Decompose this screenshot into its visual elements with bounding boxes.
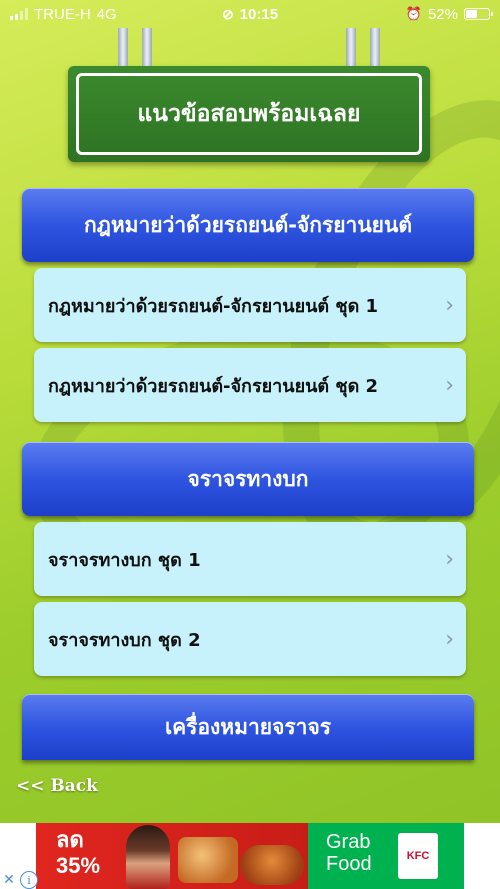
alarm-icon: ⏰ <box>405 6 422 21</box>
ad-brand-line1: Grab <box>326 831 371 853</box>
list-item-label: จราจรทางบก ชุด 1 <box>48 549 201 571</box>
signal-icon <box>10 8 28 20</box>
battery-icon <box>464 8 493 20</box>
list-item-label: กฎหมายว่าด้วยรถยนต์-จักรยานยนต์ ชุด 2 <box>48 375 379 397</box>
carrier-label: TRUE-H <box>34 5 91 23</box>
kfc-logo: KFC <box>398 833 438 879</box>
header-sign: แนวข้อสอบพร้อมเฉลย <box>68 66 430 162</box>
close-icon[interactable]: ✕ <box>0 871 18 889</box>
link-icon: ⊘ <box>221 5 234 22</box>
battery-percent: 52% <box>427 5 458 23</box>
ad-banner[interactable]: ลด 35% Grab Food KFC ✕ i <box>0 823 500 889</box>
ad-food-image <box>178 837 238 883</box>
grabfood-logo: Grab Food <box>326 831 372 875</box>
list-item-label: กฎหมายว่าด้วยรถยนต์-จักรยานยนต์ ชุด 1 <box>48 295 379 317</box>
info-icon[interactable]: i <box>20 871 38 889</box>
chevron-right-icon: › <box>445 372 454 398</box>
ad-food-image <box>240 845 304 885</box>
section-header-land-traffic[interactable]: จราจรทางบก <box>22 442 474 516</box>
section-header-vehicle-law[interactable]: กฎหมายว่าด้วยรถยนต์-จักรยานยนต์ <box>22 188 474 262</box>
ad-discount-line2: 35% <box>56 853 101 878</box>
status-bar: TRUE-H 4G ⊘ 10:15 ⏰ 52% <box>0 0 500 28</box>
page-title: แนวข้อสอบพร้อมเฉลย <box>76 73 422 155</box>
list-item[interactable]: จราจรทางบก ชุด 2 › <box>34 602 466 676</box>
list-item[interactable]: จราจรทางบก ชุด 1 › <box>34 522 466 596</box>
section-header-traffic-signs[interactable]: เครื่องหมายจราจร <box>22 694 474 760</box>
back-button[interactable]: << Back <box>16 776 98 796</box>
list-item[interactable]: กฎหมายว่าด้วยรถยนต์-จักรยานยนต์ ชุด 2 › <box>34 348 466 422</box>
chevron-right-icon: › <box>445 546 454 572</box>
ad-brand-line2: Food <box>326 853 372 875</box>
clock: 10:15 <box>239 5 279 23</box>
list-item[interactable]: กฎหมายว่าด้วยรถยนต์-จักรยานยนต์ ชุด 1 › <box>34 268 466 342</box>
chevron-right-icon: › <box>445 626 454 652</box>
ad-model-image <box>126 825 170 889</box>
network-label: 4G <box>96 5 117 23</box>
chevron-right-icon: › <box>445 292 454 318</box>
ad-discount: ลด 35% <box>56 827 100 879</box>
ad-discount-line1: ลด <box>56 827 84 852</box>
list-item-label: จราจรทางบก ชุด 2 <box>48 629 201 651</box>
